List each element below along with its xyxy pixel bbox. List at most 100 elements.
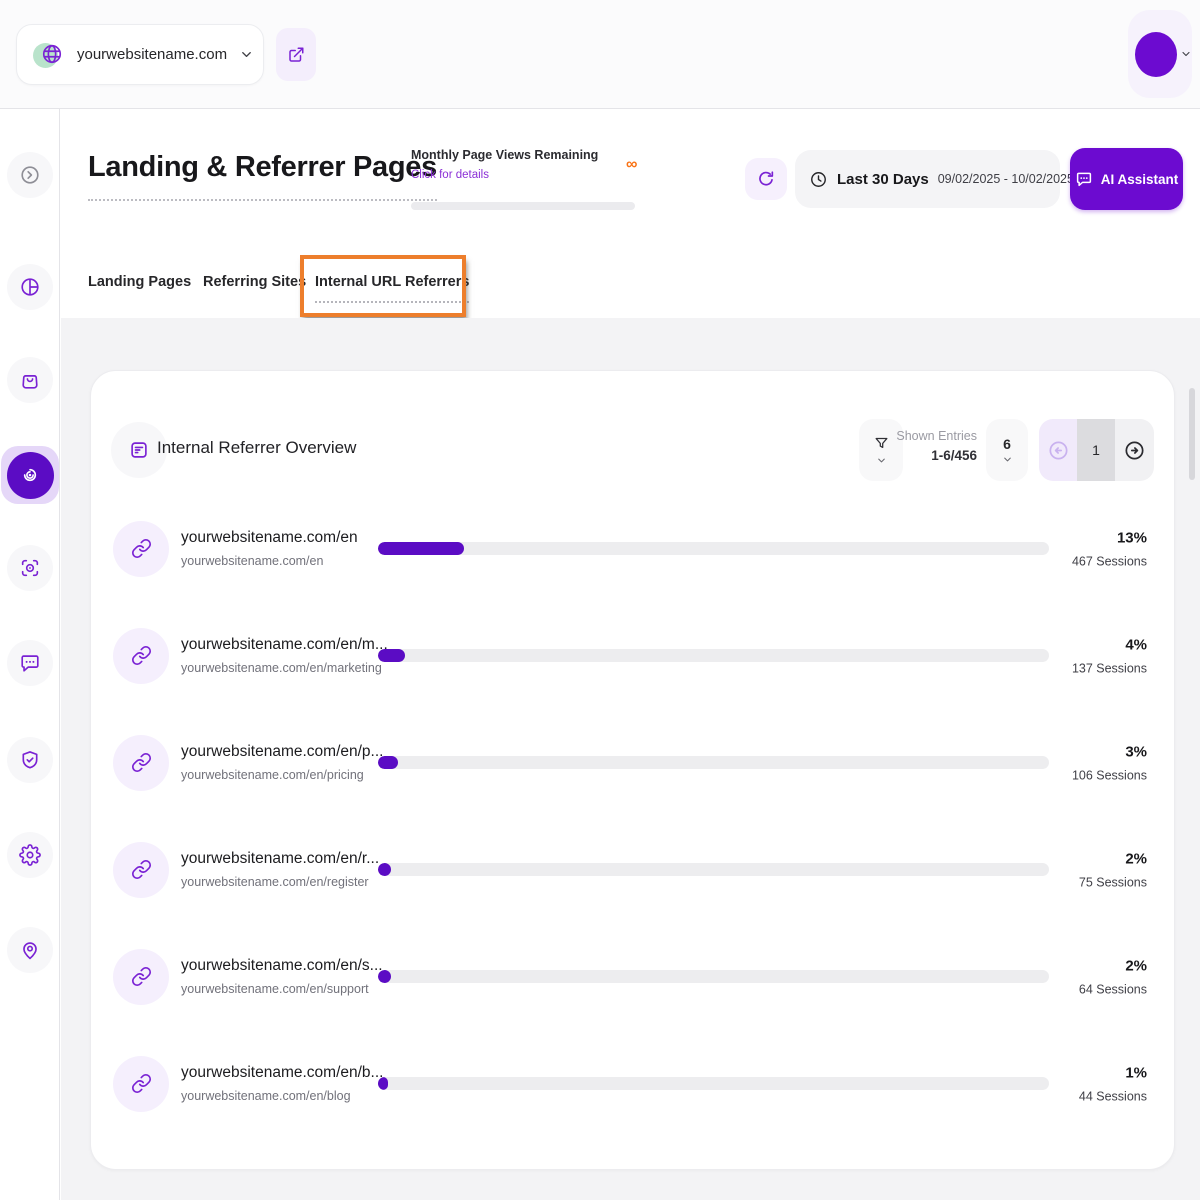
percent-value: 2% xyxy=(1079,850,1147,867)
sidebar-item-feedback[interactable] xyxy=(7,640,53,686)
internal-referrer-card: Internal Referrer Overview Shown Entries… xyxy=(90,370,1175,1170)
arrow-right-circle-icon xyxy=(1123,439,1146,462)
external-link-icon xyxy=(287,46,305,64)
tab-landing-pages[interactable]: Landing Pages xyxy=(88,274,191,290)
usage-bar xyxy=(378,970,1049,983)
avatar xyxy=(1135,32,1177,77)
referrer-title: yourwebsitename.com/en xyxy=(181,529,358,547)
page-header: Landing & Referrer Pages Monthly Page Vi… xyxy=(61,109,1200,318)
usage-bar-fill xyxy=(378,542,464,555)
sidebar-expand-button[interactable] xyxy=(7,152,53,198)
sidebar-item-ecommerce[interactable] xyxy=(7,357,53,403)
previous-page-button[interactable] xyxy=(1039,419,1077,481)
referrer-url: yourwebsitename.com/en/pricing xyxy=(181,768,383,782)
percent-value: 3% xyxy=(1072,743,1147,760)
referrer-title: yourwebsitename.com/en/s... xyxy=(181,957,383,975)
usage-bar-fill xyxy=(378,649,405,662)
referrer-title: yourwebsitename.com/en/p... xyxy=(181,743,383,761)
list-item[interactable]: yourwebsitename.com/en/s... yourwebsitena… xyxy=(91,923,1174,1030)
usage-bar xyxy=(378,542,1049,555)
sidebar-item-pages-active[interactable] xyxy=(1,446,59,504)
usage-bar-fill xyxy=(378,863,391,876)
sessions-value: 44 Sessions xyxy=(1079,1089,1147,1103)
sidebar-nav xyxy=(0,109,60,1200)
scrollbar-thumb[interactable] xyxy=(1189,388,1195,480)
arrow-right-circle-icon xyxy=(19,164,41,186)
sidebar-item-dashboard[interactable] xyxy=(7,264,53,310)
list-item[interactable]: yourwebsitename.com/en/r... yourwebsitena… xyxy=(91,816,1174,923)
referrer-url: yourwebsitename.com/en/marketing xyxy=(181,661,388,675)
sidebar-item-settings[interactable] xyxy=(7,832,53,878)
tab-internal-url-referrers[interactable]: Internal URL Referrers xyxy=(315,274,469,303)
quota-block: Monthly Page Views Remaining Click for d… xyxy=(411,148,651,181)
usage-bar xyxy=(378,756,1049,769)
bag-icon xyxy=(19,369,41,391)
referrer-title: yourwebsitename.com/en/r... xyxy=(181,850,379,868)
link-icon xyxy=(113,735,169,791)
usage-bar xyxy=(378,863,1049,876)
top-bar: yourwebsitename.com xyxy=(0,0,1200,108)
pagination: 1 xyxy=(1039,419,1154,481)
list-item[interactable]: yourwebsitename.com/en yourwebsitename.co… xyxy=(91,495,1174,602)
quota-details-link[interactable]: Click for details xyxy=(411,169,651,181)
tab-referring-sites[interactable]: Referring Sites xyxy=(203,274,306,290)
list-item[interactable]: yourwebsitename.com/en/p... yourwebsitena… xyxy=(91,709,1174,816)
ai-assistant-label: AI Assistant xyxy=(1101,172,1179,187)
card-header: Internal Referrer Overview Shown Entries… xyxy=(91,419,1174,481)
percent-value: 13% xyxy=(1072,529,1147,546)
usage-bar-fill xyxy=(378,756,398,769)
link-icon xyxy=(113,521,169,577)
link-icon xyxy=(113,1056,169,1112)
link-icon xyxy=(113,949,169,1005)
page-title: Landing & Referrer Pages xyxy=(88,151,437,201)
next-page-button[interactable] xyxy=(1115,419,1154,481)
chevron-down-icon xyxy=(1002,454,1013,465)
referrer-url: yourwebsitename.com/en/support xyxy=(181,982,383,996)
list-item[interactable]: yourwebsitename.com/en/m... yourwebsitena… xyxy=(91,602,1174,709)
page-size-select[interactable]: 6 xyxy=(986,419,1028,481)
sessions-value: 467 Sessions xyxy=(1072,554,1147,568)
page-size-value: 6 xyxy=(1003,436,1011,452)
sidebar-item-visitors[interactable] xyxy=(7,545,53,591)
refresh-icon xyxy=(756,169,776,189)
sidebar-item-privacy[interactable] xyxy=(7,737,53,783)
list-item[interactable]: yourwebsitename.com/en/b...yourwebsitena… xyxy=(91,1030,1174,1137)
chat-bubble-icon xyxy=(19,652,41,674)
sessions-disc-icon xyxy=(7,452,54,499)
usage-bar xyxy=(378,649,1049,662)
referrer-url: yourwebsitename.com/en/register xyxy=(181,875,379,889)
gear-icon xyxy=(19,844,41,866)
date-range-picker[interactable]: Last 30 Days 09/02/2025 - 10/02/2025 xyxy=(795,150,1060,208)
referrer-url: yourwebsitename.com/en xyxy=(181,554,358,568)
site-selector-label: yourwebsitename.com xyxy=(77,46,227,63)
site-selector[interactable]: yourwebsitename.com xyxy=(16,24,264,85)
quota-progress-bar xyxy=(411,202,635,210)
ai-assistant-button[interactable]: AI Assistant xyxy=(1070,148,1183,210)
chevron-down-icon xyxy=(1180,48,1192,60)
usage-bar-fill xyxy=(378,970,391,983)
referrer-title: yourwebsitename.com/en/m... xyxy=(181,636,388,654)
sessions-value: 137 Sessions xyxy=(1072,661,1147,675)
usage-bar-fill xyxy=(378,1077,388,1090)
date-range-value: 09/02/2025 - 10/02/2025 xyxy=(938,172,1074,186)
date-preset-label: Last 30 Days xyxy=(837,171,929,188)
clock-icon xyxy=(809,170,828,189)
quota-label: Monthly Page Views Remaining xyxy=(411,148,651,162)
quota-infinity-value: ∞ xyxy=(626,156,637,174)
open-site-button[interactable] xyxy=(276,28,316,81)
site-globe-icon xyxy=(33,40,65,70)
pie-chart-icon xyxy=(19,276,41,298)
referrer-url: yourwebsitename.com/en/blog xyxy=(181,1089,383,1103)
chevron-down-icon xyxy=(876,455,887,466)
current-page-indicator: 1 xyxy=(1077,419,1115,481)
refresh-button[interactable] xyxy=(745,158,787,200)
referrer-list: yourwebsitename.com/en yourwebsitename.co… xyxy=(91,495,1174,1137)
percent-value: 1% xyxy=(1079,1064,1147,1081)
user-menu[interactable] xyxy=(1128,10,1192,98)
sidebar-item-locations[interactable] xyxy=(7,927,53,973)
funnel-icon xyxy=(873,435,890,452)
app-root: yourwebsitename.com xyxy=(0,0,1200,1200)
sessions-value: 75 Sessions xyxy=(1079,875,1147,889)
ai-chat-icon xyxy=(1075,170,1093,188)
scan-target-icon xyxy=(19,557,41,579)
